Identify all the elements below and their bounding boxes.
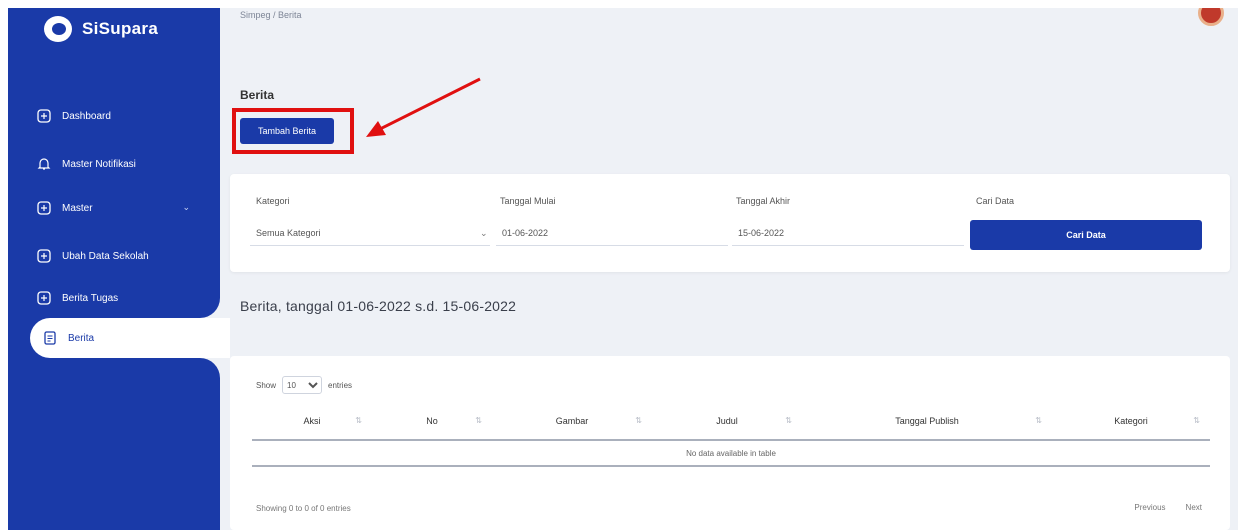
section-title: Berita, tanggal 01-06-2022 s.d. 15-06-20… <box>240 298 517 314</box>
sort-icon: ⇅ <box>1035 416 1042 425</box>
grid-icon <box>36 108 52 124</box>
column-header-aksi[interactable]: Aksi ⇅ <box>252 402 372 441</box>
bell-icon <box>36 156 52 172</box>
show-label: Show <box>256 380 277 390</box>
search-label: Cari Data <box>976 196 1015 206</box>
sidebar: SiSupara Dashboard Master Notifikasi Mas… <box>8 8 230 530</box>
sidebar-item-label: Berita <box>68 332 95 344</box>
sidebar-item-dashboard[interactable]: Dashboard <box>8 96 220 136</box>
end-date-label: Tanggal Akhir <box>736 196 791 206</box>
column-header-gambar[interactable]: Gambar ⇅ <box>492 402 652 441</box>
table-card: Show 10 entries Aksi ⇅ No ⇅ Gambar ⇅ Judul ⇅… <box>230 356 1230 530</box>
sidebar-item-label: Berita Tugas <box>62 292 119 304</box>
avatar[interactable] <box>1198 8 1224 26</box>
column-header-no[interactable]: No ⇅ <box>372 402 492 441</box>
chevron-down-icon: ⌄ <box>182 202 190 212</box>
previous-page-button[interactable]: Previous <box>1128 499 1171 516</box>
pointer-arrow-icon <box>366 77 481 137</box>
page-title: Berita <box>240 88 275 102</box>
app-title: SiSupara <box>82 19 159 38</box>
filter-card: Kategori ⌄ Tanggal Mulai Tanggal Akhir C… <box>230 174 1230 272</box>
sidebar-curve <box>198 298 220 318</box>
sort-icon: ⇅ <box>355 416 362 425</box>
page-length-select[interactable]: 10 <box>282 376 323 394</box>
sort-icon: ⇅ <box>475 416 482 425</box>
next-page-button[interactable]: Next <box>1180 499 1208 516</box>
sidebar-item-label: Master Notifikasi <box>62 158 136 170</box>
sidebar-item-master-notifikasi[interactable]: Master Notifikasi <box>8 144 220 184</box>
breadcrumb: Simpeg / Berita <box>240 10 302 20</box>
pagination: Previous Next <box>1128 499 1208 516</box>
app-window: SiSupara Dashboard Master Notifikasi Mas… <box>8 8 1238 530</box>
sidebar-item-berita[interactable]: Berita <box>30 318 230 358</box>
column-header-judul[interactable]: Judul ⇅ <box>652 402 802 441</box>
sidebar-item-label: Ubah Data Sekolah <box>62 250 149 262</box>
add-berita-button[interactable]: Tambah Berita <box>240 118 334 144</box>
empty-table-message: No data available in table <box>252 440 1210 467</box>
start-date-label: Tanggal Mulai <box>500 196 556 206</box>
grid-icon <box>36 200 52 216</box>
column-header-tanggal-publish[interactable]: Tanggal Publish ⇅ <box>802 402 1052 441</box>
document-icon <box>42 330 58 346</box>
sort-icon: ⇅ <box>635 416 642 425</box>
column-header-kategori[interactable]: Kategori ⇅ <box>1052 402 1210 441</box>
app-logo[interactable]: SiSupara <box>44 16 158 42</box>
grid-icon <box>36 290 52 306</box>
sidebar-item-ubah-data-sekolah[interactable]: Ubah Data Sekolah <box>8 236 220 276</box>
start-date-input[interactable] <box>496 220 728 246</box>
end-date-input[interactable] <box>732 220 964 246</box>
category-label: Kategori <box>256 196 290 206</box>
search-button[interactable]: Cari Data <box>970 220 1202 250</box>
sidebar-item-label: Master <box>62 202 93 214</box>
entries-label: entries <box>328 380 353 390</box>
logo-icon <box>44 16 72 42</box>
sidebar-curve <box>198 358 220 378</box>
page-length-control: Show 10 entries <box>256 376 352 394</box>
data-table: Aksi ⇅ No ⇅ Gambar ⇅ Judul ⇅ Tanggal Publish… <box>252 402 1210 467</box>
sort-icon: ⇅ <box>1193 416 1200 425</box>
chevron-down-icon: ⌄ <box>480 228 488 238</box>
table-info: Showing 0 to 0 of 0 entries <box>256 504 351 513</box>
sidebar-item-master[interactable]: Master ⌄ <box>8 188 220 228</box>
category-select[interactable] <box>250 220 490 246</box>
sidebar-item-berita-tugas[interactable]: Berita Tugas <box>8 278 220 318</box>
grid-icon <box>36 248 52 264</box>
table-row: No data available in table <box>252 440 1210 467</box>
sort-icon: ⇅ <box>785 416 792 425</box>
sidebar-item-label: Dashboard <box>62 110 111 122</box>
